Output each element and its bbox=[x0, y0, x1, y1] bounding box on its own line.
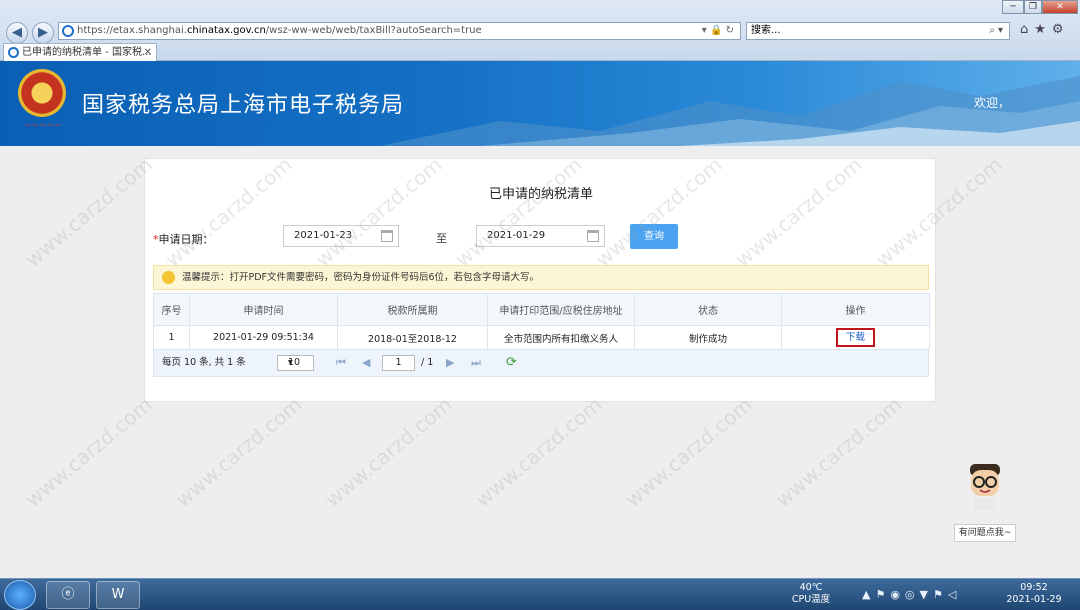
address-bar[interactable]: https://etax.shanghai.chinatax.gov.cn/ws… bbox=[58, 22, 741, 40]
download-link[interactable]: 下载 bbox=[835, 328, 875, 347]
tab-title: 已申请的纳税清单 - 国家税... bbox=[22, 47, 152, 58]
url-prefix: https://etax.shanghai. bbox=[77, 25, 187, 36]
calligraphy-logo: ~~~~~ bbox=[24, 121, 62, 131]
browser-tab[interactable]: 已申请的纳税清单 - 国家税... ✕ bbox=[3, 43, 157, 61]
forward-button[interactable]: ▶ bbox=[32, 22, 54, 44]
page-body: 已申请的纳税清单 *申请日期： 2021-01-23 至 2021-01-29 … bbox=[0, 146, 1080, 578]
to-label: 至 bbox=[436, 232, 447, 245]
tax-list-panel: 已申请的纳税清单 *申请日期： 2021-01-23 至 2021-01-29 … bbox=[144, 158, 936, 402]
close-tab-icon[interactable]: ✕ bbox=[144, 44, 152, 61]
gear-icon[interactable]: ⚙ bbox=[1052, 22, 1070, 37]
calendar-icon[interactable] bbox=[381, 230, 393, 242]
taskbar: ⓔ W 40℃ CPU温度 ▲⚑◉◎▼⚑◁ 09:52 2021-01-29 bbox=[0, 578, 1080, 610]
table-row: 1 2021-01-29 09:51:34 2018-01至2018-12 全市… bbox=[153, 325, 930, 350]
close-window-button[interactable]: ✕ bbox=[1042, 0, 1078, 14]
tax-bill-table: 序号 申请时间 税款所属期 申请打印范围/应税住房地址 状态 操作 1 2021… bbox=[153, 293, 930, 350]
col-header-time: 申请时间 bbox=[189, 293, 338, 326]
total-pages: / 1 bbox=[421, 357, 434, 368]
maximize-button[interactable]: ❐ bbox=[1024, 0, 1042, 14]
page-size-select[interactable]: 10 ▾ bbox=[277, 355, 314, 371]
ie-icon bbox=[62, 25, 74, 37]
clock[interactable]: 09:52 2021-01-29 bbox=[1002, 582, 1066, 606]
ie-tab-icon bbox=[8, 47, 19, 58]
cell-scope: 全市范围内所有扣缴义务人 bbox=[487, 325, 635, 350]
date-from-value: 2021-01-23 bbox=[294, 230, 353, 241]
search-icon[interactable]: ⌕ ▾ bbox=[989, 23, 1003, 39]
taskbar-word-icon[interactable]: W bbox=[96, 581, 140, 609]
pager-summary: 每页 10 条, 共 1 条 bbox=[162, 357, 246, 368]
cell-period: 2018-01至2018-12 bbox=[337, 325, 488, 350]
url-domain: chinatax.gov.cn bbox=[186, 25, 266, 36]
col-header-period: 税款所属期 bbox=[337, 293, 488, 326]
tip-text: 温馨提示：打开PDF文件需要密码，密码为身份证件号码后6位，若包含字母请大写。 bbox=[182, 272, 540, 283]
back-button[interactable]: ◀ bbox=[6, 22, 28, 44]
date-to-input[interactable]: 2021-01-29 bbox=[476, 225, 605, 247]
pagination-bar: 每页 10 条, 共 1 条 10 ▾ ⏮ ◀ 1 / 1 ▶ ⏭ ⟳ bbox=[153, 350, 929, 377]
date-from-input[interactable]: 2021-01-23 bbox=[283, 225, 399, 247]
last-page-icon[interactable]: ⏭ bbox=[471, 350, 481, 376]
calendar-icon[interactable] bbox=[587, 230, 599, 242]
toolbar-icons[interactable]: ⌂★⚙ bbox=[1020, 22, 1070, 37]
assistant-label[interactable]: 有问题点我~ bbox=[954, 524, 1016, 542]
smile-icon bbox=[162, 271, 175, 284]
start-button-icon[interactable] bbox=[4, 580, 36, 610]
prev-page-icon[interactable]: ◀ bbox=[362, 350, 370, 376]
date-to-value: 2021-01-29 bbox=[487, 230, 546, 241]
address-tools-icon[interactable]: ▾ 🔒 ↻ bbox=[702, 23, 734, 39]
cell-action: 下载 bbox=[781, 325, 930, 350]
cpu-temp: 40℃ CPU温度 bbox=[791, 582, 831, 605]
help-assistant[interactable]: 有问题点我~ bbox=[954, 462, 1016, 544]
assistant-avatar-icon bbox=[970, 464, 1000, 510]
col-header-status: 状态 bbox=[634, 293, 782, 326]
page-title: 已申请的纳税清单 bbox=[488, 187, 593, 202]
cell-index: 1 bbox=[153, 325, 190, 350]
tray-icons[interactable]: ▲⚑◉◎▼⚑◁ bbox=[862, 588, 961, 601]
first-page-icon[interactable]: ⏮ bbox=[336, 350, 346, 376]
query-button[interactable]: 查询 bbox=[630, 224, 678, 249]
browser-chrome: ─ ❐ ✕ ◀ ▶ https://etax.shanghai.chinatax… bbox=[0, 0, 1080, 61]
favorites-star-icon[interactable]: ★ bbox=[1034, 22, 1052, 37]
search-input[interactable]: 搜索... ⌕ ▾ bbox=[746, 22, 1010, 40]
welcome-text: 欢迎， bbox=[974, 96, 1011, 110]
site-header: ~~~~~ 国家税务总局上海市电子税务局 欢迎， bbox=[0, 61, 1080, 146]
cell-time: 2021-01-29 09:51:34 bbox=[189, 325, 338, 350]
page-number-input[interactable]: 1 bbox=[382, 355, 415, 371]
home-icon[interactable]: ⌂ bbox=[1020, 22, 1034, 37]
tax-emblem-logo bbox=[18, 69, 66, 117]
tip-banner: 温馨提示：打开PDF文件需要密码，密码为身份证件号码后6位，若包含字母请大写。 bbox=[153, 265, 929, 290]
cell-status: 制作成功 bbox=[634, 325, 782, 350]
site-title: 国家税务总局上海市电子税务局 bbox=[82, 93, 405, 118]
col-header-action: 操作 bbox=[781, 293, 930, 326]
date-label: *申请日期： bbox=[153, 233, 214, 246]
table-header-row: 序号 申请时间 税款所属期 申请打印范围/应税住房地址 状态 操作 bbox=[153, 293, 930, 326]
minimize-button[interactable]: ─ bbox=[1002, 0, 1024, 14]
search-placeholder: 搜索... bbox=[751, 25, 781, 36]
col-header-index: 序号 bbox=[153, 293, 190, 326]
col-header-scope: 申请打印范围/应税住房地址 bbox=[487, 293, 635, 326]
refresh-icon[interactable]: ⟳ bbox=[506, 350, 517, 376]
taskbar-ie-icon[interactable]: ⓔ bbox=[46, 581, 90, 609]
url-suffix: /wsz-ww-web/web/taxBill?autoSearch=true bbox=[265, 25, 482, 36]
next-page-icon[interactable]: ▶ bbox=[446, 350, 454, 376]
